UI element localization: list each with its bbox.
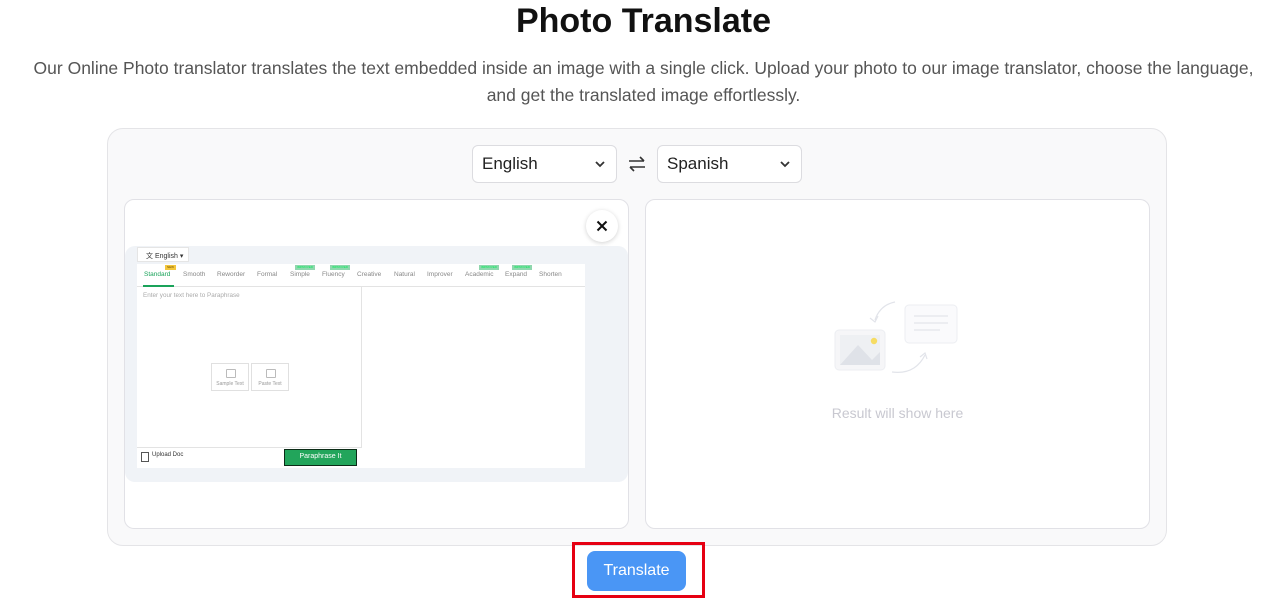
source-language-label: English [482, 154, 538, 173]
preview-paste-text: Paste Text [251, 363, 289, 391]
paste-icon [266, 369, 276, 378]
close-icon [596, 220, 608, 232]
preview-tab: Academic [465, 271, 494, 278]
chevron-down-icon [595, 161, 605, 168]
image-translate-illustration-icon [834, 301, 958, 373]
preview-badge-new: NEW [165, 265, 176, 270]
subtitle-line-2: and get the translated image effortlessl… [486, 85, 801, 105]
preview-badge-improved: IMPROVED [295, 265, 316, 270]
preview-badge-improved: IMPROVED [330, 265, 351, 270]
clipboard-icon [226, 369, 236, 378]
preview-tab: Fluency [322, 271, 345, 278]
page-subtitle: Our Online Photo translator translates t… [0, 55, 1287, 109]
target-language-label: Spanish [667, 154, 729, 173]
preview-tab: Natural [394, 271, 415, 278]
result-placeholder: Result will show here [831, 405, 964, 421]
translate-icon: 文 [146, 253, 153, 260]
preview-tab: Improver [427, 271, 453, 278]
preview-tab: Standard [144, 271, 171, 278]
preview-tab: Shorten [539, 271, 562, 278]
preview-badge-improved: IMPROVED [479, 265, 500, 270]
preview-tab: Creative [357, 271, 382, 278]
preview-tab: Reworder [217, 271, 246, 278]
target-language-select[interactable]: Spanish [657, 145, 802, 183]
page-title: Photo Translate [515, 2, 772, 40]
remove-image-button[interactable] [586, 210, 618, 242]
source-language-select[interactable]: English [472, 145, 617, 183]
preview-tab: Smooth [183, 271, 206, 278]
preview-input-area [137, 287, 362, 468]
preview-tab: Expand [505, 271, 528, 278]
document-icon [141, 452, 149, 462]
preview-paraphrase-button: Paraphrase It [284, 449, 357, 466]
preview-tab: Formal [257, 271, 278, 278]
translate-button[interactable]: Translate [587, 551, 686, 591]
preview-badge-improved: IMPROVED [512, 265, 533, 270]
preview-tab: Simple [290, 271, 310, 278]
preview-sample-text: Sample Text [211, 363, 249, 391]
preview-output-area [362, 287, 585, 468]
preview-placeholder: Enter your text here to Paraphrase [143, 292, 240, 299]
swap-languages-icon[interactable] [627, 154, 647, 174]
preview-upload-doc: Upload Doc [141, 452, 183, 462]
preview-language-label: 文 English ▾ [137, 247, 189, 262]
chevron-down-icon [780, 161, 790, 168]
subtitle-line-1: Our Online Photo translator translates t… [33, 58, 1254, 78]
